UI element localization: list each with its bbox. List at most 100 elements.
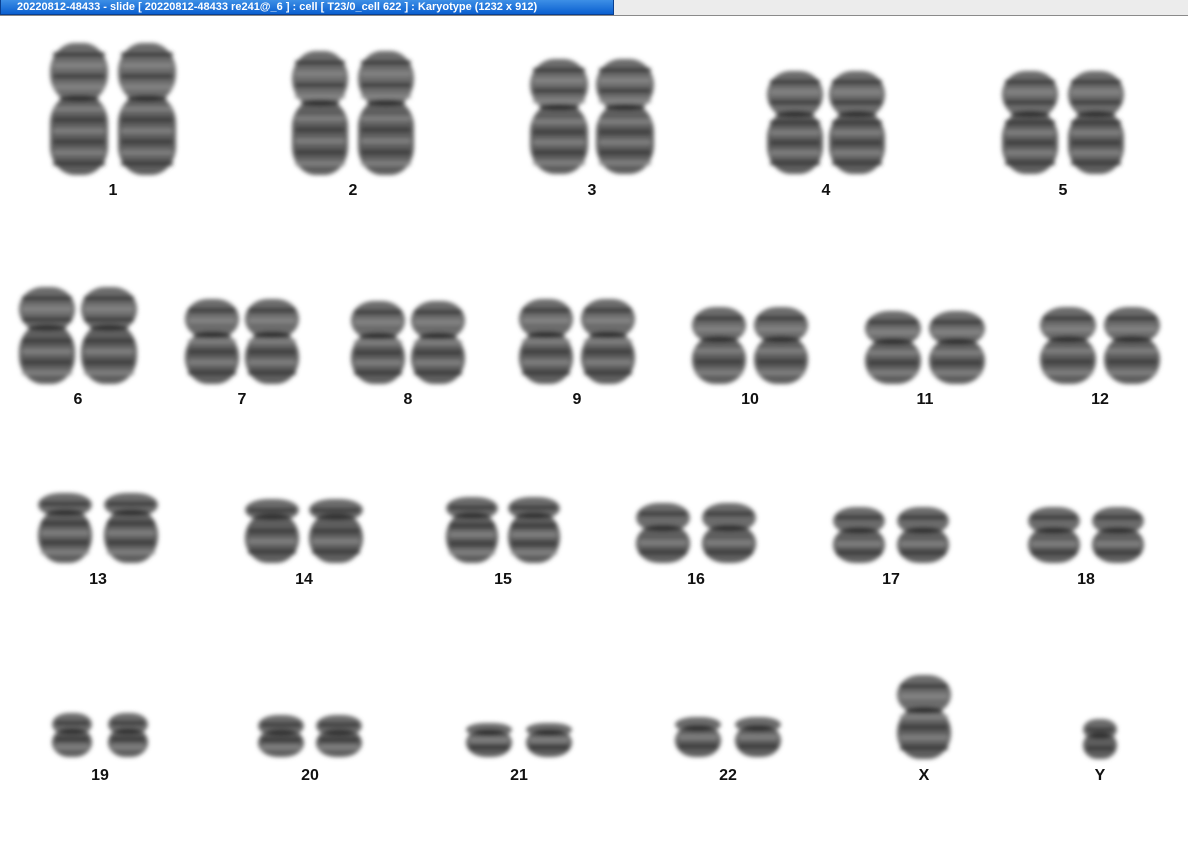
chromosome-image [636, 503, 756, 563]
band [22, 295, 72, 301]
chromosome-copy-1 [19, 287, 75, 384]
chromosome-pair-10[interactable]: 10 [688, 305, 812, 413]
band [469, 744, 509, 750]
band [295, 116, 345, 122]
band [41, 540, 89, 545]
band [529, 744, 569, 750]
band [832, 130, 882, 136]
chromosome-pair-17[interactable]: 17 [829, 505, 953, 593]
band [1071, 99, 1121, 105]
chromosome-label: 5 [1058, 182, 1068, 199]
band [584, 307, 632, 313]
band [295, 160, 345, 166]
window-title[interactable]: 20220812-48433 - slide [ 20220812-48433 … [0, 0, 614, 15]
band [121, 150, 173, 156]
chromosome-image [466, 723, 572, 757]
band [121, 51, 173, 57]
chromosome-pair-2[interactable]: 2 [288, 49, 418, 204]
chromosome-pair-3[interactable]: 3 [526, 57, 658, 204]
chromosome-pair-1[interactable]: 1 [46, 41, 180, 204]
band [705, 540, 753, 546]
chromosome-pair-y[interactable]: Y [1079, 717, 1121, 789]
chromosome-pair-13[interactable]: 13 [34, 491, 162, 593]
chromosome-copy-2 [118, 43, 176, 175]
band [361, 116, 411, 122]
band [868, 370, 918, 376]
band [1071, 79, 1121, 85]
chromosome-pair-16[interactable]: 16 [632, 501, 760, 593]
chromosome-pair-4[interactable]: 4 [763, 69, 889, 204]
centromere [127, 95, 167, 102]
chromosome-pair-7[interactable]: 7 [181, 297, 303, 413]
centromere [1076, 111, 1116, 118]
q-arm [519, 330, 573, 384]
chromosome-copy-2 [316, 715, 362, 757]
band [599, 150, 651, 156]
chromosome-label: 4 [821, 182, 831, 199]
band [1005, 89, 1055, 95]
chromosome-label: 22 [719, 767, 737, 784]
chromosome-pair-22[interactable]: 22 [671, 715, 785, 789]
band [248, 349, 296, 355]
chromosome-copy-1 [1040, 307, 1096, 384]
band [757, 359, 805, 365]
band [1095, 541, 1141, 547]
chromosome-image [692, 307, 808, 384]
centromere [300, 100, 340, 107]
q-arm [309, 512, 363, 563]
band [900, 683, 948, 689]
band [449, 523, 495, 528]
chromosome-pair-6[interactable]: 6 [15, 285, 141, 413]
band [529, 737, 569, 743]
q-arm [351, 331, 405, 384]
chromosome-label: 15 [494, 571, 512, 588]
chromosome-copy-2 [735, 717, 781, 757]
band [832, 150, 882, 156]
chromosome-pair-19[interactable]: 19 [48, 711, 152, 789]
chromosome-image [767, 71, 885, 174]
centromere [114, 728, 142, 735]
band [1086, 727, 1114, 733]
q-arm [245, 330, 299, 384]
band [832, 120, 882, 125]
chromosome-image [38, 493, 158, 563]
centromere [539, 104, 579, 111]
chromosome-pair-9[interactable]: 9 [515, 297, 639, 413]
band [41, 530, 89, 536]
band [53, 161, 105, 167]
band [1043, 315, 1093, 321]
chromosome-copy-1 [466, 723, 512, 757]
band [121, 62, 173, 68]
centromere [1036, 527, 1072, 534]
band [1005, 160, 1055, 166]
chromosome-copy-1 [258, 715, 304, 757]
band [354, 340, 402, 345]
centromere [89, 324, 129, 331]
centromere [775, 111, 815, 118]
band [295, 71, 345, 77]
band [522, 318, 570, 324]
band [599, 98, 651, 104]
chromosome-copy-1 [245, 499, 299, 563]
chromosome-copy-1 [185, 299, 239, 384]
centromere [527, 331, 565, 338]
chromosome-copy-1 [692, 307, 746, 384]
band [584, 370, 632, 376]
chromosome-pair-20[interactable]: 20 [254, 713, 366, 789]
chromosome-pair-14[interactable]: 14 [241, 497, 367, 593]
centromere [1112, 336, 1152, 343]
chromosome-pair-12[interactable]: 12 [1036, 305, 1164, 413]
chromosome-copy-2 [596, 59, 654, 174]
chromosome-label: 14 [295, 571, 313, 588]
chromosome-pair-15[interactable]: 15 [442, 495, 564, 593]
chromosome-copy-2 [1092, 507, 1144, 563]
band [1071, 150, 1121, 156]
chromosome-pair-8[interactable]: 8 [347, 299, 469, 413]
chromosome-copy-1 [52, 713, 92, 757]
chromosome-pair-21[interactable]: 21 [462, 721, 576, 789]
chromosome-pair-x[interactable]: X [893, 673, 955, 789]
chromosome-pair-5[interactable]: 5 [998, 69, 1128, 204]
chromosome-pair-11[interactable]: 11 [861, 309, 989, 413]
band [1071, 160, 1121, 166]
chromosome-pair-18[interactable]: 18 [1024, 505, 1148, 593]
